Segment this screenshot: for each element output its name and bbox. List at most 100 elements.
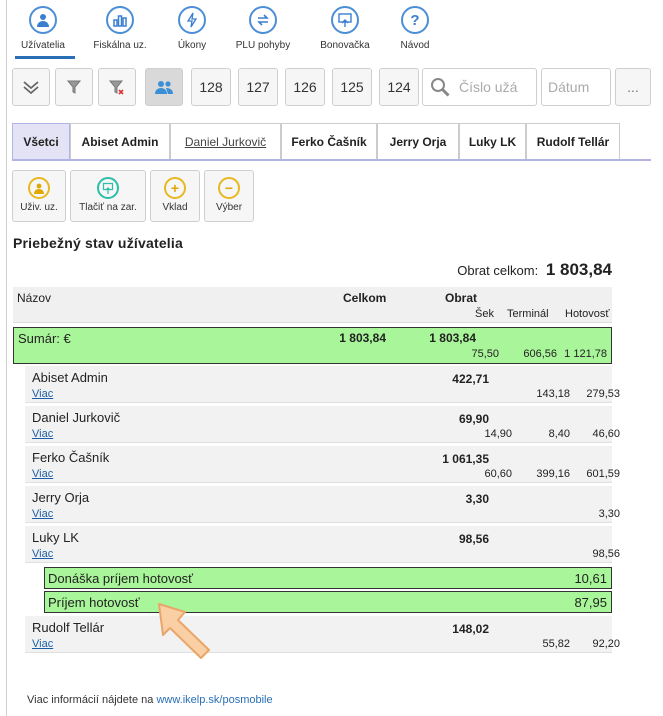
top-navigation: Užívatelia Fiskálna uz. Úkony PLU pohyby… <box>7 0 659 62</box>
user-report-label: Uživ. uz. <box>20 202 58 213</box>
user-terminal: 8,40 <box>548 428 570 440</box>
filter-button[interactable] <box>55 68 93 106</box>
table-row: Abiset Admin Viac 422,71 143,18 279,53 <box>25 366 620 403</box>
summary-terminal: 606,56 <box>523 348 557 360</box>
date-placeholder: Dátum <box>548 79 590 95</box>
header-total: Celkom <box>343 291 387 305</box>
summary-label: Sumár: € <box>18 331 71 346</box>
tab-rudolf-tellar[interactable]: Rudolf Tellár <box>526 123 620 160</box>
user-cash: 46,60 <box>592 428 620 440</box>
cash-delivery-value: 10,61 <box>574 571 607 586</box>
nav-users[interactable]: Užívatelia <box>3 6 83 51</box>
print-to-device-button[interactable]: Tlačiť na zar. <box>70 170 146 222</box>
summary-check: 75,50 <box>471 348 499 360</box>
exchange-icon <box>249 6 277 34</box>
total-value: 1 803,84 <box>545 260 612 279</box>
table-row: Daniel Jurkovič Viac 69,90 14,90 8,40 46… <box>25 406 620 443</box>
tab-jerry-orja[interactable]: Jerry Orja <box>377 123 459 160</box>
more-link[interactable]: Viac <box>32 388 53 400</box>
user-report-button[interactable]: Uživ. uz. <box>12 170 66 222</box>
nav-actions[interactable]: Úkony <box>152 6 232 51</box>
header-turnover: Obrat <box>445 291 478 305</box>
minus-icon: − <box>218 177 240 199</box>
header-check: Šek <box>475 308 494 320</box>
more-options-button[interactable]: ... <box>615 68 651 106</box>
deposit-label: Vklad <box>162 202 188 213</box>
user-terminal: 143,18 <box>536 388 570 400</box>
nav-plu[interactable]: PLU pohyby <box>223 6 303 51</box>
table-row: Luky LK Viac 98,56 98,56 <box>25 526 620 563</box>
summary-turnover: 1 803,84 <box>429 331 476 345</box>
withdraw-button[interactable]: − Výber <box>204 170 254 222</box>
user-turnover: 148,02 <box>452 622 489 636</box>
date-input[interactable]: Dátum <box>541 68 611 106</box>
summary-total: 1 803,84 <box>339 331 386 345</box>
tab-all[interactable]: Všetci <box>12 123 70 160</box>
collapse-button[interactable] <box>12 68 50 106</box>
tab-abiset-admin[interactable]: Abiset Admin <box>70 123 170 160</box>
user-terminal: 399,16 <box>536 468 570 480</box>
more-link[interactable]: Viac <box>32 638 53 650</box>
user-name: Abiset Admin <box>32 370 108 385</box>
cash-income-row: Príjem hotovosť 87,95 <box>44 591 612 613</box>
deposit-button[interactable]: + Vklad <box>150 170 200 222</box>
page-title: Priebežný stav užívatelia <box>13 235 183 251</box>
summary-cash: 1 121,78 <box>564 348 607 360</box>
user-name: Ferko Čašník <box>32 450 110 465</box>
print-upload-icon <box>97 177 119 199</box>
clear-filter-button[interactable] <box>98 68 136 106</box>
bar-chart-icon <box>106 6 134 34</box>
user-turnover: 98,56 <box>458 532 489 546</box>
header-name: Názov <box>17 291 52 305</box>
tab-luky-lk[interactable]: Luky LK <box>459 123 526 160</box>
page: Užívatelia Fiskálna uz. Úkony PLU pohyby… <box>6 0 658 716</box>
more-link[interactable]: Viac <box>32 548 53 560</box>
total-label: Obrat celkom: <box>457 263 539 278</box>
toolbar: 128 127 126 125 124 Číslo užá Dátum ... <box>7 68 659 108</box>
more-link[interactable]: Viac <box>32 468 53 480</box>
user-name: Jerry Orja <box>32 490 90 505</box>
print-to-device-label: Tlačiť na zar. <box>79 202 137 213</box>
register-127-button[interactable]: 127 <box>238 68 278 106</box>
user-name: Rudolf Tellár <box>32 620 105 635</box>
header-cash: Hotovosť <box>565 308 610 320</box>
tab-ferko-casnik[interactable]: Ferko Čašník <box>281 123 377 160</box>
user-terminal: 55,82 <box>542 638 570 650</box>
search-icon <box>431 78 450 97</box>
users-icon <box>155 81 173 94</box>
highlight-arrow-icon <box>158 603 210 659</box>
footer-text: Viac informácií nájdete na <box>27 694 154 706</box>
search-placeholder: Číslo užá <box>459 79 518 95</box>
table-header: Názov Celkom Obrat Šek Terminál Hotovosť <box>13 287 612 323</box>
more-link[interactable]: Viac <box>32 428 53 440</box>
filter-remove-icon <box>109 80 124 95</box>
user-name: Daniel Jurkovič <box>32 410 121 425</box>
user-check: 14,90 <box>484 428 512 440</box>
footer: Viac informácií nájdete na www.ikelp.sk/… <box>27 694 273 706</box>
cash-delivery-label: Donáška príjem hotovosť <box>48 571 194 586</box>
nav-help[interactable]: ? Návod <box>375 6 455 51</box>
more-link[interactable]: Viac <box>32 508 53 520</box>
register-126-button[interactable]: 126 <box>285 68 325 106</box>
user-number-search-input[interactable]: Číslo užá <box>422 68 537 106</box>
users-toggle-button[interactable] <box>145 68 183 106</box>
total-turnover: Obrat celkom: 1 803,84 <box>457 260 612 280</box>
nav-active-indicator <box>15 56 75 59</box>
user-check: 60,60 <box>484 468 512 480</box>
tab-daniel-jurkovic[interactable]: Daniel Jurkovič <box>170 123 281 160</box>
nav-fiscal[interactable]: Fiskálna uz. <box>80 6 160 51</box>
nav-bonovacka[interactable]: Bonovačka <box>305 6 385 51</box>
user-turnover: 3,30 <box>465 492 489 506</box>
help-icon: ? <box>401 6 429 34</box>
footer-link[interactable]: www.ikelp.sk/posmobile <box>156 694 272 706</box>
cash-delivery-row: Donáška príjem hotovosť 10,61 <box>44 567 612 589</box>
register-128-button[interactable]: 128 <box>191 68 231 106</box>
user-cash: 279,53 <box>586 388 620 400</box>
user-icon <box>29 6 57 34</box>
register-124-button[interactable]: 124 <box>379 68 419 106</box>
tabs-underline <box>12 159 651 161</box>
table-row: Rudolf Tellár Viac 148,02 55,82 92,20 <box>25 616 620 653</box>
header-terminal: Terminál <box>507 308 549 320</box>
user-turnover: 69,90 <box>458 412 489 426</box>
register-125-button[interactable]: 125 <box>332 68 372 106</box>
